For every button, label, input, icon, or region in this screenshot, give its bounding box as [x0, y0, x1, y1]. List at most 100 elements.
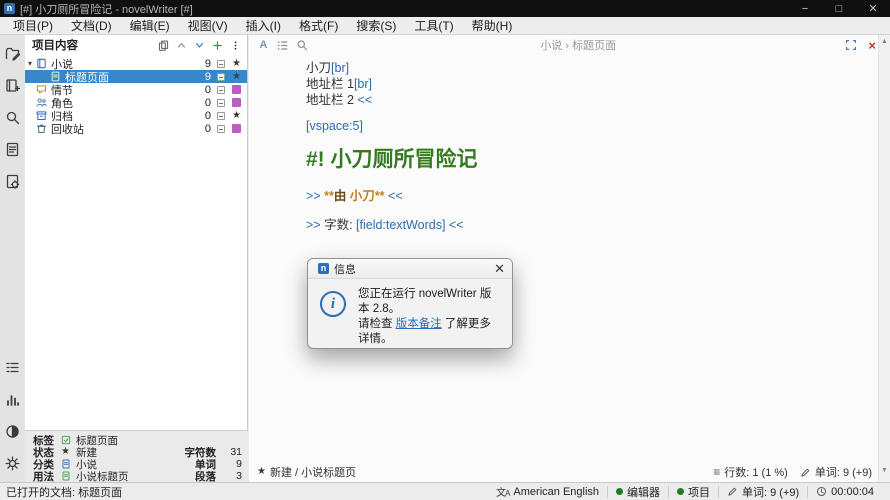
menu-item-2[interactable]: 编辑(E)	[121, 17, 179, 35]
maximize-button[interactable]: □	[822, 0, 856, 17]
menu-item-6[interactable]: 搜索(S)	[347, 17, 405, 35]
document-status-label: 新建 / 小说标题页	[270, 464, 356, 480]
importance-star-icon: ★	[229, 59, 244, 69]
list-icon[interactable]	[2, 354, 24, 380]
release-notes-link[interactable]: 版本备注	[396, 318, 442, 330]
list-icon[interactable]	[275, 38, 290, 53]
outline-icon[interactable]	[2, 136, 24, 162]
archive-icon	[35, 110, 48, 121]
active-flag-icon	[213, 125, 229, 133]
editor-scrollbar[interactable]: ▲ ▼	[878, 35, 890, 482]
editor-footer: ★ 新建 / 小说标题页 ≡行数: 1 (1 %) 单词: 9 (+9)	[249, 462, 890, 482]
doc-green-icon	[61, 471, 76, 481]
menu-item-7[interactable]: 工具(T)	[405, 17, 462, 35]
expand-icon[interactable]	[843, 38, 858, 53]
editor-header: A 小说 › 标题页面 ×	[249, 35, 890, 55]
format-icon[interactable]: A	[256, 38, 271, 53]
novel-tree-icon[interactable]	[2, 72, 24, 98]
star-icon: ★	[61, 447, 76, 457]
scroll-up-arrow[interactable]: ▲	[879, 35, 890, 47]
details-row-用法: 用法小说标题页段落3	[33, 470, 242, 482]
chevron-up-icon[interactable]	[173, 37, 189, 53]
tree-item-label: 回收站	[48, 121, 199, 137]
stat-value: 3	[216, 470, 242, 482]
status-square-icon	[229, 124, 244, 133]
document-text-line: [vspace:5]	[306, 118, 820, 134]
document-text-line: 地址栏 1[br]	[306, 76, 820, 92]
active-flag-icon	[213, 112, 229, 120]
line-count-status: ≡行数: 1 (1 %)	[713, 464, 788, 480]
active-flag-icon	[213, 99, 229, 107]
project-panel-title: 项目内容	[32, 37, 153, 53]
document-text-line: 小刀[br]	[306, 60, 820, 76]
people-icon	[35, 97, 48, 108]
dialog-message-line2-pre: 请检查	[358, 318, 396, 330]
menu-item-5[interactable]: 格式(F)	[290, 17, 347, 35]
project-edit-icon[interactable]	[2, 40, 24, 66]
word-count: 0	[199, 97, 213, 109]
status-square-icon	[229, 98, 244, 107]
doc-blue-icon	[61, 459, 76, 469]
search-icon[interactable]	[294, 38, 309, 53]
status-square-icon	[229, 85, 244, 94]
book-icon	[35, 58, 48, 69]
search-icon[interactable]	[2, 104, 24, 130]
info-dialog: n 信息 ✕ i 您正在运行 novelWriter 版本 2.8。 请检查 版…	[307, 258, 513, 349]
document-text-line: 地址栏 2 <<	[306, 92, 820, 108]
menu-item-8[interactable]: 帮助(H)	[463, 17, 522, 35]
word-count-status: 单词: 9 (+9)	[800, 464, 872, 480]
copy-docs-icon[interactable]	[155, 37, 171, 53]
scroll-down-arrow[interactable]: ▼	[879, 464, 890, 476]
app-icon: n	[4, 3, 15, 14]
window-titlebar: n [#] 小刀厕所冒险记 - novelWriter [#] − □ ✕	[0, 0, 890, 17]
open-document-status: 已打开的文档: 标题页面	[6, 484, 488, 500]
stats-icon[interactable]	[2, 386, 24, 412]
word-count: 0	[199, 110, 213, 122]
minimize-button[interactable]: −	[788, 0, 822, 17]
kebab-icon[interactable]	[227, 37, 243, 53]
dialog-close-icon[interactable]: ✕	[494, 261, 505, 277]
session-time-status: 00:00:04	[807, 486, 882, 498]
menu-item-1[interactable]: 文档(D)	[62, 17, 121, 35]
dialog-titlebar: n 信息 ✕	[308, 259, 512, 279]
side-icon-bar	[0, 35, 25, 482]
project-status[interactable]: 项目	[668, 486, 718, 498]
tree-item-回收站[interactable]: 回收站0	[25, 122, 247, 135]
plus-icon[interactable]	[209, 37, 225, 53]
document-title-line: #! 小刀厕所冒险记	[306, 145, 820, 175]
document-text-line: >> **由 小刀** <<	[306, 188, 820, 204]
dialog-body: i 您正在运行 novelWriter 版本 2.8。 请检查 版本备注 了解更…	[308, 279, 512, 347]
menu-item-0[interactable]: 项目(P)	[4, 17, 62, 35]
dialog-app-icon: n	[318, 263, 329, 274]
breadcrumb: 小说 › 标题页面	[313, 37, 843, 53]
tree-expand-arrow[interactable]: ▾	[25, 59, 35, 68]
chevron-down-icon[interactable]	[191, 37, 207, 53]
settings-icon[interactable]	[2, 450, 24, 476]
session-words-status: 单词: 9 (+9)	[718, 486, 807, 498]
importance-star-icon: ★	[229, 111, 244, 121]
window-title: [#] 小刀厕所冒险记 - novelWriter [#]	[20, 1, 788, 17]
menu-item-4[interactable]: 插入(I)	[237, 17, 290, 35]
close-button[interactable]: ✕	[856, 0, 890, 17]
trash-icon	[35, 123, 48, 134]
dialog-message: 您正在运行 novelWriter 版本 2.8。 请检查 版本备注 了解更多详…	[358, 287, 502, 347]
editor-status[interactable]: 编辑器	[607, 486, 668, 498]
language-status[interactable]: 文AAmerican English	[488, 486, 607, 498]
importance-star-icon: ★	[229, 72, 244, 82]
menu-bar: 项目(P)文档(D)编辑(E)视图(V)插入(I)格式(F)搜索(S)工具(T)…	[0, 17, 890, 35]
dialog-message-line1: 您正在运行 novelWriter 版本 2.8。	[358, 288, 491, 315]
active-flag-icon	[213, 60, 229, 68]
word-count: 9	[199, 58, 213, 70]
editor-close-icon[interactable]: ×	[868, 38, 876, 53]
document-text-area[interactable]: 小刀[br]地址栏 1[br]地址栏 2 << [vspace:5] #! 小刀厕所…	[249, 55, 890, 233]
document-text-line: >> 字数: [field:textWords] <<	[306, 217, 820, 233]
menu-item-3[interactable]: 视图(V)	[179, 17, 237, 35]
theme-icon[interactable]	[2, 418, 24, 444]
status-star-icon: ★	[257, 467, 266, 477]
word-count: 9	[199, 71, 213, 83]
document-details-panel: 标签标题页面状态★新建字符数31分类小说单词9用法小说标题页段落3	[25, 430, 248, 482]
build-icon[interactable]	[2, 168, 24, 194]
active-flag-icon	[213, 73, 229, 81]
docgreen-icon	[49, 71, 62, 82]
active-flag-icon	[213, 86, 229, 94]
